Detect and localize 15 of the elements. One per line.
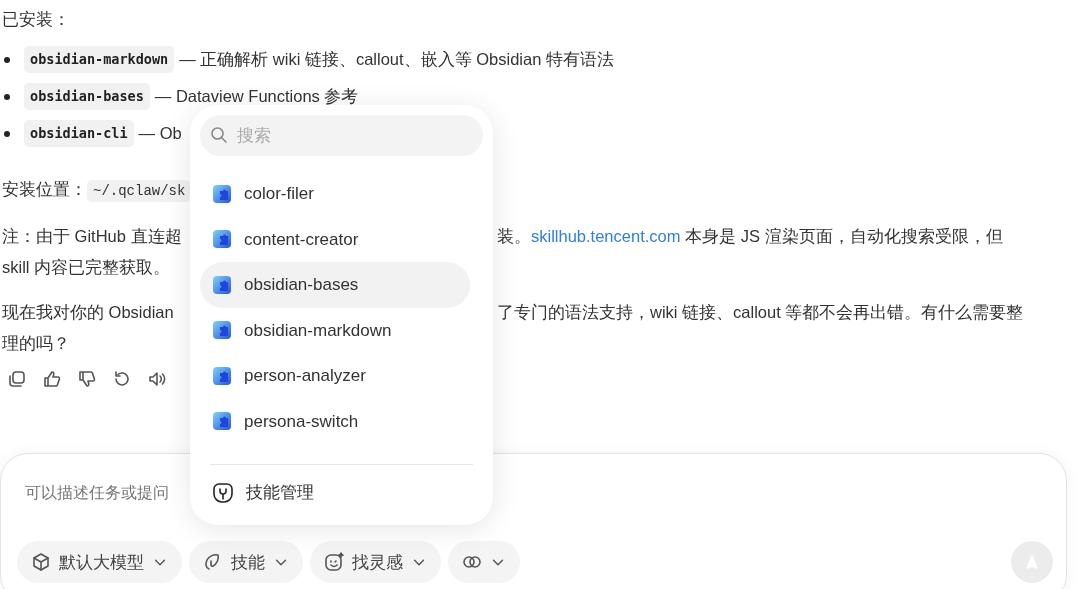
- skill-name: obsidian-cli: [24, 120, 134, 147]
- skill-description: — 正确解析 wiki 链接、callout、嵌入等 Obsidian 特有语法: [179, 49, 614, 71]
- note-text: 注：由于 GitHub 直连超: [2, 226, 183, 247]
- summary-text: 了专门的语法支持，wiki 链接、callout 等都不会再出错。有什么需要整: [497, 302, 1025, 323]
- skill-name: obsidian-bases: [24, 83, 150, 110]
- skill-description: — Ob: [138, 123, 182, 145]
- note-text: skill 内容已完整获取。: [2, 258, 171, 276]
- note-text: 装。skillhub.tencent.com 本身是 JS 渲染页面，自动化搜索受限，但: [497, 226, 1004, 247]
- skill-description: — Dataview Functions 参考: [154, 86, 359, 108]
- summary-text: 理的吗？: [2, 334, 70, 352]
- install-path: ~/.qclaw/sk: [87, 180, 192, 202]
- skill-name: obsidian-markdown: [24, 46, 175, 73]
- location-label: 安装位置：: [2, 180, 87, 198]
- summary-text: 现在我对你的 Obsidian: [2, 302, 175, 323]
- heading-text: 已安装：: [2, 10, 70, 28]
